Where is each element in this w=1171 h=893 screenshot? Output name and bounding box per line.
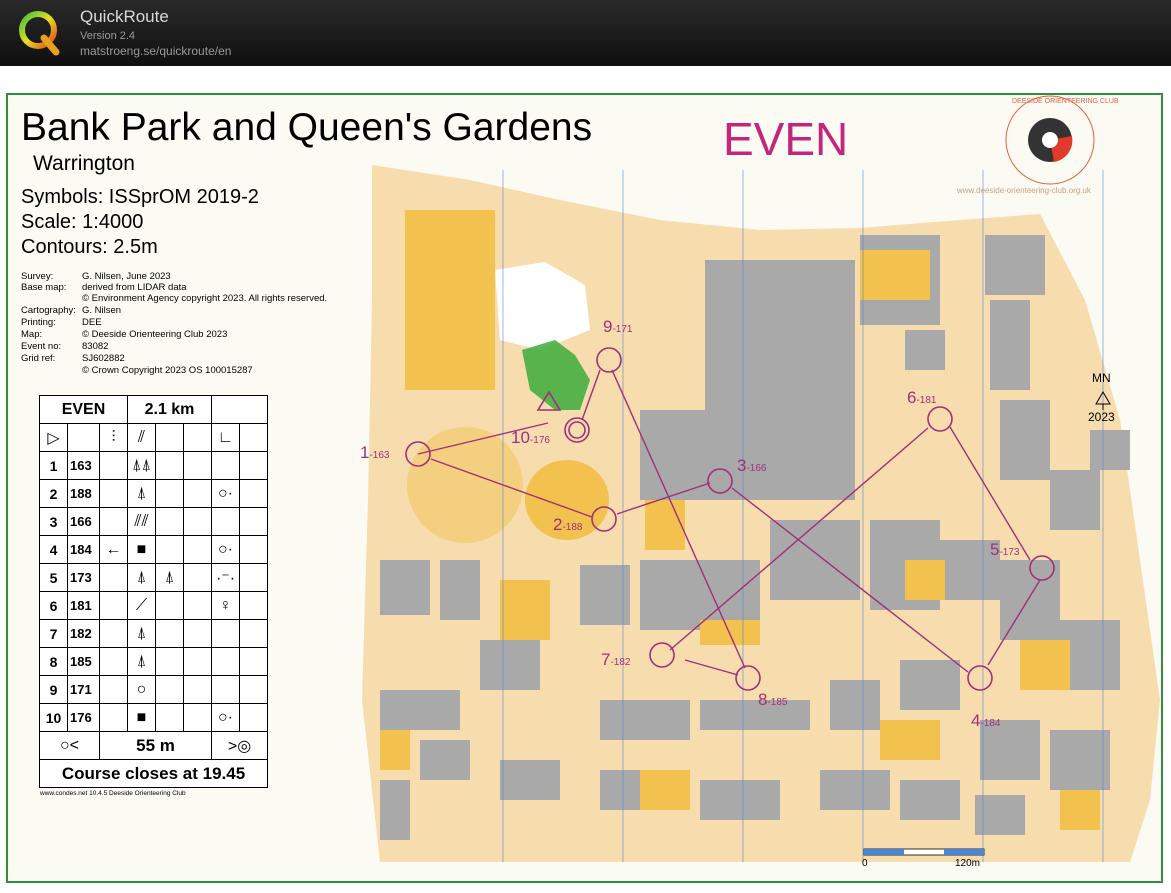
- start-triangle-icon: ▷: [39, 423, 68, 452]
- cd-start-slope-icon: ⫽: [127, 423, 156, 452]
- meta-key: Cartography:: [21, 305, 76, 316]
- cd-row: 10 176 ■ ○·: [39, 703, 268, 732]
- feature-icon: ⍋⍋: [127, 451, 156, 480]
- cd-row: 9 171 ○: [39, 675, 268, 704]
- meta-value: © Crown Copyright 2023 OS 100015287: [82, 365, 253, 376]
- control-label-9: 9-171: [603, 317, 633, 336]
- north-year: 2023: [1088, 410, 1115, 424]
- map-contours: Contours: 2.5m: [21, 236, 158, 258]
- finish-start-icon: ○<: [39, 731, 100, 760]
- feature-icon: ⍋: [127, 563, 156, 592]
- cd-row: 7 182 ⍋: [39, 619, 268, 648]
- location-icon: [211, 619, 240, 648]
- location-icon: ○·: [211, 535, 240, 564]
- feature-icon: ⍋: [127, 479, 156, 508]
- meta-value: SJ602882: [82, 353, 125, 364]
- meta-key: Event no:: [21, 341, 62, 352]
- control-label-1: 1-163: [360, 443, 390, 462]
- control-label-5: 5-173: [990, 540, 1020, 559]
- map-scale: Scale: 1:4000: [21, 211, 144, 233]
- feature-icon: ■: [127, 535, 156, 564]
- cd-row: 2 188 ⍋ ○·: [39, 479, 268, 508]
- map-symbols: Symbols: ISSprOM 2019-2: [21, 186, 259, 208]
- scale-bar-end: 120m: [955, 858, 981, 869]
- cd-row: 8 185 ⍋: [39, 647, 268, 676]
- condes-note: www.condes.net 10.4.5 Deeside Orienteeri…: [40, 790, 186, 797]
- control-label-4: 4-184: [971, 711, 1001, 730]
- cd-start-corner-icon: ∟: [211, 423, 240, 452]
- cd-row: 1 163 ⍋⍋: [39, 451, 268, 480]
- cd-row: 6 181 ⟋ ♀: [39, 591, 268, 620]
- finish-circle-icon: >◎: [211, 731, 268, 760]
- meta-key: Survey:: [21, 271, 54, 282]
- meta-value: DEE: [82, 317, 102, 328]
- location-icon: ○·: [211, 703, 240, 732]
- club-url: www.deeside-orienteering-club.org.uk: [957, 186, 1091, 195]
- meta-key: Grid ref:: [21, 353, 56, 364]
- meta-value: G. Nilsen, June 2023: [82, 271, 171, 282]
- cd-course-name: EVEN: [39, 395, 128, 424]
- map-title: Bank Park and Queen's Gardens: [21, 106, 593, 149]
- location-icon: [211, 451, 240, 480]
- location-icon: ○·: [211, 479, 240, 508]
- meta-value: 83082: [82, 341, 109, 352]
- meta-value: derived from LIDAR data: [82, 282, 187, 293]
- feature-icon: ○: [127, 675, 156, 704]
- control-label-3: 3-166: [737, 456, 767, 475]
- meta-key: Map:: [21, 329, 43, 340]
- location-icon: ·⁻·: [211, 563, 240, 592]
- feature-icon: ⍋: [127, 647, 156, 676]
- cd-finish-distance: 55 m: [99, 731, 212, 760]
- feature-icon: ⫽⫽: [127, 507, 156, 536]
- control-description-table: EVEN 2.1 km ▷ ⫶ ⫽ ∟ 1 163 ⍋⍋ 2 188 ⍋ ○· 3 166 ⫽…: [39, 395, 268, 788]
- cd-row: 4 184 ← ■ ○·: [39, 535, 268, 564]
- control-label-2: 2-188: [553, 515, 583, 534]
- scale-bar: [863, 848, 985, 856]
- cd-row: 5 173 ⍋ ⍋ ·⁻·: [39, 563, 268, 592]
- meta-value: © Deeside Orienteering Club 2023: [82, 329, 228, 340]
- location-icon: [211, 647, 240, 676]
- meta-key: Printing:: [21, 317, 56, 328]
- feature-icon: ⟋: [127, 591, 156, 620]
- location-icon: ♀: [211, 591, 240, 620]
- meta-key: Base map:: [21, 282, 67, 293]
- course-name: EVEN: [723, 113, 849, 165]
- control-label-6: 6-181: [907, 388, 937, 407]
- control-label-7: 7-182: [601, 650, 631, 669]
- control-label-8: 8-185: [758, 690, 788, 709]
- meta-value: G. Nilsen: [82, 305, 122, 316]
- cd-row: 3 166 ⫽⫽: [39, 507, 268, 536]
- meta-value: © Environment Agency copyright 2023. All…: [82, 293, 328, 304]
- scale-bar-start: 0: [862, 858, 868, 869]
- deeside-orienteering-club-logo-icon: [1005, 95, 1095, 185]
- cd-start-feature-icon: ⫶: [99, 423, 128, 452]
- cd-blank: [211, 395, 268, 424]
- location-icon: [211, 675, 240, 704]
- control-label-10: 10-176: [511, 428, 550, 447]
- club-logo-text: DEESIDE ORIENTEERING CLUB: [1012, 98, 1119, 105]
- feature-icon: ⍋: [127, 619, 156, 648]
- cd-course-closes: Course closes at 19.45: [39, 759, 268, 788]
- location-icon: [211, 507, 240, 536]
- north-label: MN: [1092, 371, 1111, 385]
- park-lawn-north: [405, 210, 495, 390]
- map-subtitle: Warrington: [33, 152, 135, 175]
- feature-icon: ■: [127, 703, 156, 732]
- cd-course-length: 2.1 km: [127, 395, 212, 424]
